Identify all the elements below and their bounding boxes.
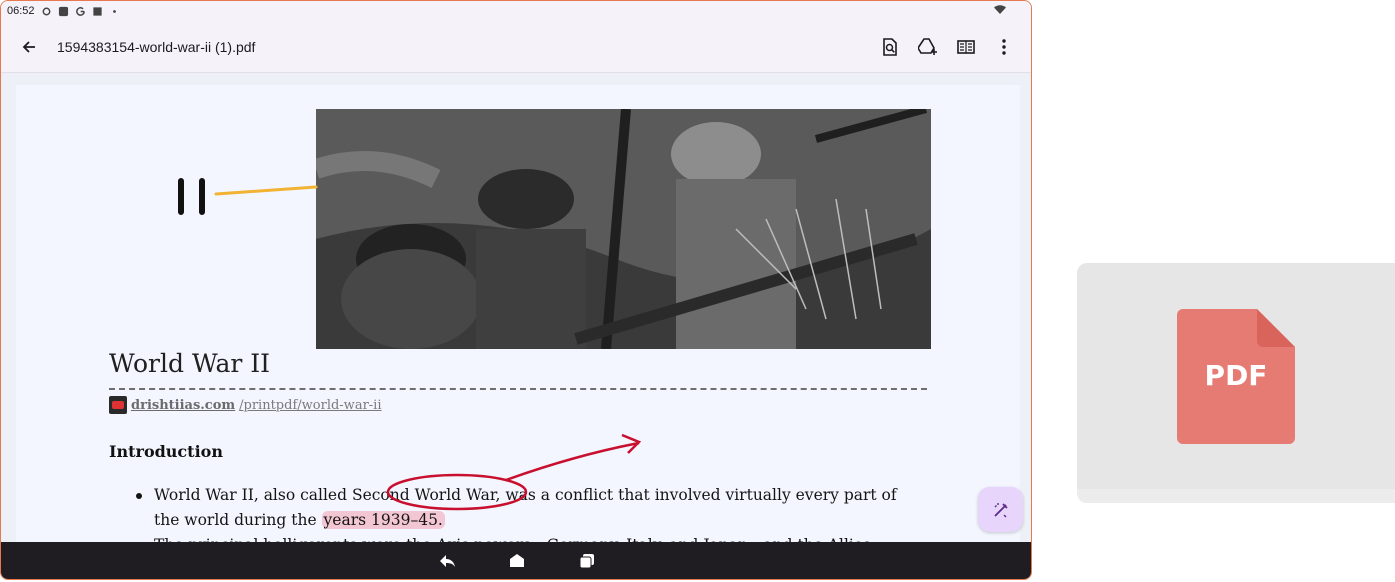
bullet-list: World War II, also called Second World W… bbox=[136, 483, 926, 545]
section-heading: Introduction bbox=[109, 442, 223, 461]
more-options-button[interactable] bbox=[985, 27, 1023, 67]
recents-icon bbox=[579, 553, 594, 568]
hero-photo bbox=[316, 109, 931, 349]
square-icon bbox=[92, 6, 102, 16]
back-button[interactable] bbox=[1, 21, 57, 73]
document-title: World War II bbox=[109, 349, 271, 378]
wifi-icon bbox=[994, 5, 1006, 14]
pen-sparkle-icon bbox=[993, 502, 1008, 517]
app-actions bbox=[871, 21, 1023, 73]
drive-add-icon bbox=[918, 38, 937, 55]
find-in-page-icon bbox=[883, 38, 897, 56]
find-in-page-button[interactable] bbox=[871, 27, 909, 67]
settings-icon bbox=[42, 7, 50, 15]
nav-back-button[interactable] bbox=[436, 550, 458, 572]
red-arrowhead bbox=[621, 433, 642, 454]
pdf-page[interactable]: World War II drishtiias.com/printpdf/wor… bbox=[16, 85, 1020, 545]
system-nav-bar bbox=[1, 542, 1031, 579]
pdf-label: PDF bbox=[1204, 359, 1268, 392]
source-domain[interactable]: drishtiias.com bbox=[131, 398, 235, 413]
file-name: 1594383154-world-war-ii (1).pdf bbox=[57, 38, 256, 55]
title-divider bbox=[109, 388, 927, 390]
back-arrow-icon bbox=[22, 40, 35, 53]
add-to-drive-button[interactable] bbox=[909, 27, 947, 67]
nav-recents-button[interactable] bbox=[576, 550, 598, 572]
reader-mode-icon bbox=[957, 40, 975, 54]
pdf-viewer-window: 06:52 1594383154-world-war-ii (1).pdf Wo… bbox=[0, 0, 1032, 580]
app-icon bbox=[58, 6, 68, 16]
preview-footer bbox=[1077, 489, 1395, 503]
bullet-text: World War II, also called Second World W… bbox=[154, 486, 897, 529]
nav-home-button[interactable] bbox=[506, 550, 528, 572]
file-preview-card[interactable]: PDF bbox=[1077, 263, 1395, 503]
reader-mode-button[interactable] bbox=[947, 27, 985, 67]
handwritten-numeral bbox=[178, 178, 205, 215]
source-path[interactable]: /printpdf/world-war-ii bbox=[239, 398, 381, 413]
status-time: 06:52 bbox=[7, 5, 35, 17]
soldiers-photo-illustration bbox=[316, 109, 931, 349]
app-bar: 1594383154-world-war-ii (1).pdf bbox=[1, 21, 1031, 73]
dot-icon bbox=[112, 9, 116, 13]
yellow-pen-stroke bbox=[214, 185, 318, 196]
status-bar: 06:52 bbox=[1, 1, 1031, 21]
more-vert-icon bbox=[1002, 39, 1006, 55]
pdf-file-icon: PDF bbox=[1177, 309, 1295, 444]
list-item: World War II, also called Second World W… bbox=[136, 483, 926, 533]
google-icon bbox=[75, 6, 85, 16]
highlighted-text: years 1939–45. bbox=[321, 511, 445, 529]
red-arrow-annotation bbox=[505, 441, 640, 482]
back-icon bbox=[440, 554, 455, 567]
annotate-fab-button[interactable] bbox=[978, 487, 1023, 532]
home-icon bbox=[510, 554, 524, 567]
source-link[interactable]: drishtiias.com/printpdf/world-war-ii bbox=[109, 396, 382, 414]
site-favicon bbox=[109, 396, 127, 414]
